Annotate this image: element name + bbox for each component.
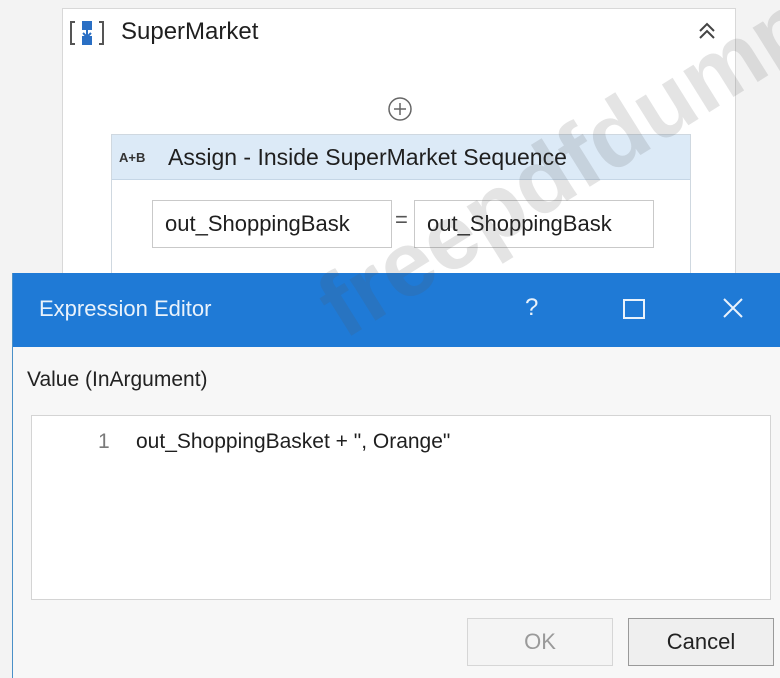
close-icon[interactable] — [718, 293, 748, 323]
double-chevron-up-icon[interactable] — [695, 19, 719, 43]
sequence-icon — [70, 21, 104, 45]
value-label: Value (InArgument) — [27, 368, 208, 391]
expression-editor-dialog: Expression Editor ? Value (InArgument) 1… — [12, 273, 780, 678]
line-number: 1 — [98, 430, 110, 453]
sequence-header: SuperMarket — [63, 9, 735, 53]
assign-title: Assign - Inside SuperMarket Sequence — [168, 144, 567, 170]
sequence-container[interactable]: SuperMarket A+B Assign - Inside SuperMar… — [62, 8, 736, 310]
assign-to-field[interactable]: out_ShoppingBask — [152, 200, 392, 248]
equals-sign: = — [395, 207, 408, 232]
dialog-title: Expression Editor — [39, 296, 212, 321]
dialog-title-bar: Expression Editor ? — [13, 273, 780, 347]
add-activity-icon[interactable] — [387, 96, 413, 122]
assign-icon: A+B — [119, 150, 146, 165]
assign-value-field[interactable]: out_ShoppingBask — [414, 200, 654, 248]
expression-editor-textarea[interactable]: 1 out_ShoppingBasket + ", Orange" — [31, 415, 771, 600]
ok-button[interactable]: OK — [467, 618, 613, 666]
help-button[interactable]: ? — [525, 294, 538, 322]
maximize-button[interactable] — [623, 299, 645, 319]
cancel-button[interactable]: Cancel — [628, 618, 774, 666]
assign-header: A+B Assign - Inside SuperMarket Sequence — [112, 135, 690, 180]
sequence-title: SuperMarket — [121, 18, 259, 45]
expression-code[interactable]: out_ShoppingBasket + ", Orange" — [136, 430, 450, 454]
assign-activity[interactable]: A+B Assign - Inside SuperMarket Sequence… — [111, 134, 691, 274]
